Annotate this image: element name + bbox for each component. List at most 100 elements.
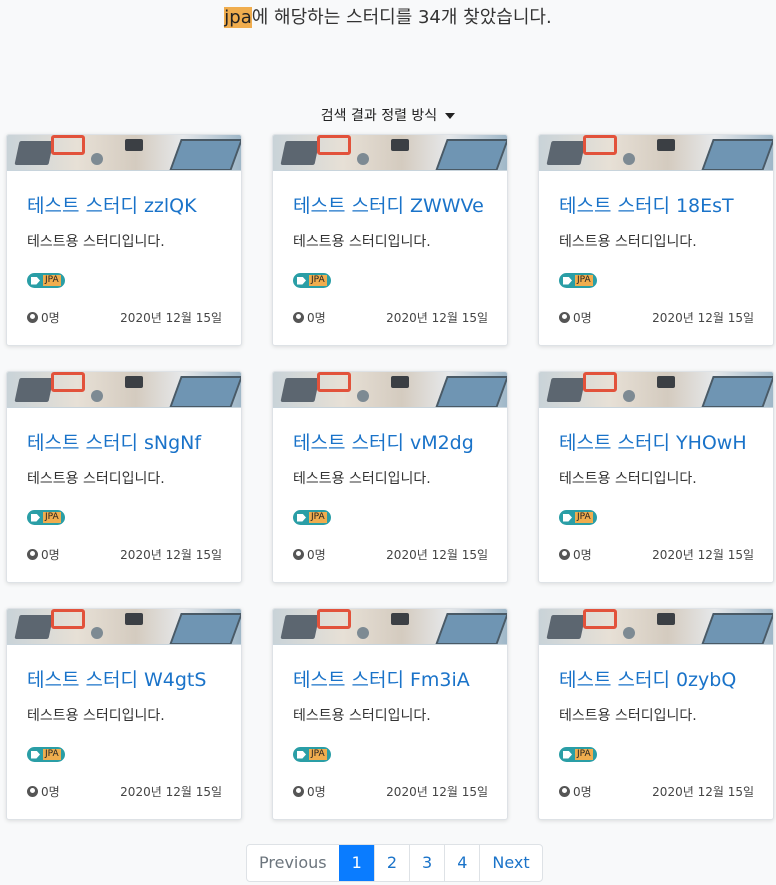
study-card[interactable]: 테스트 스터디 vM2dg 테스트용 스터디입니다. JPA 0명 2020년 … — [272, 371, 508, 583]
member-count: 0명 — [27, 309, 60, 326]
search-keyword: jpa — [224, 7, 252, 28]
study-card-title[interactable]: 테스트 스터디 Fm3iA — [293, 665, 470, 692]
tag-icon — [563, 276, 572, 285]
tag-icon — [31, 513, 40, 522]
study-card-image — [539, 609, 773, 645]
study-card-date: 2020년 12월 15일 — [652, 785, 754, 799]
user-circle-icon — [559, 786, 570, 797]
tag-badge[interactable]: JPA — [293, 273, 331, 288]
user-circle-icon — [27, 312, 38, 323]
tag-label: JPA — [575, 749, 593, 760]
study-card-description: 테스트용 스터디입니다. — [293, 471, 431, 487]
user-circle-icon — [293, 312, 304, 323]
tag-label: JPA — [575, 512, 593, 523]
tag-label: JPA — [43, 275, 61, 286]
member-count-text: 0명 — [41, 785, 60, 799]
page-button-1[interactable]: 1 — [338, 845, 374, 881]
study-card-image — [539, 135, 773, 171]
member-count-text: 0명 — [573, 548, 592, 562]
tag-badge[interactable]: JPA — [27, 273, 65, 288]
member-count-text: 0명 — [307, 548, 326, 562]
study-card-title[interactable]: 테스트 스터디 vM2dg — [293, 428, 474, 455]
study-card-image — [7, 372, 241, 408]
member-count: 0명 — [293, 546, 326, 563]
tag-label: JPA — [575, 275, 593, 286]
tag-badge[interactable]: JPA — [559, 510, 597, 525]
study-card[interactable]: 테스트 스터디 zzlQK 테스트용 스터디입니다. JPA 0명 2020년 … — [6, 134, 242, 346]
study-card-date: 2020년 12월 15일 — [386, 311, 488, 325]
study-card-title[interactable]: 테스트 스터디 0zybQ — [559, 665, 736, 692]
study-card-description: 테스트용 스터디입니다. — [27, 234, 165, 250]
member-count: 0명 — [293, 783, 326, 800]
page-button-2[interactable]: 2 — [373, 845, 409, 881]
study-card[interactable]: 테스트 스터디 Fm3iA 테스트용 스터디입니다. JPA 0명 2020년 … — [272, 608, 508, 820]
tag-badge[interactable]: JPA — [559, 273, 597, 288]
caret-down-icon — [445, 113, 456, 119]
study-card-title[interactable]: 테스트 스터디 ZWWVe — [293, 191, 484, 218]
tag-label: JPA — [43, 512, 61, 523]
page-button-3[interactable]: 3 — [409, 845, 444, 881]
page-button-4[interactable]: 4 — [444, 845, 479, 881]
tag-icon — [31, 750, 40, 759]
tag-icon — [31, 276, 40, 285]
user-circle-icon — [27, 786, 38, 797]
tag-badge[interactable]: JPA — [27, 747, 65, 762]
study-card-description: 테스트용 스터디입니다. — [27, 471, 165, 487]
previous-page-button[interactable]: Previous — [247, 845, 339, 881]
tag-badge[interactable]: JPA — [27, 510, 65, 525]
member-count-text: 0명 — [573, 311, 592, 325]
member-count: 0명 — [559, 546, 592, 563]
tag-badge[interactable]: JPA — [293, 747, 331, 762]
study-card[interactable]: 테스트 스터디 YHOwH 테스트용 스터디입니다. JPA 0명 2020년 … — [538, 371, 774, 583]
tag-label: JPA — [43, 749, 61, 760]
study-card-date: 2020년 12월 15일 — [386, 548, 488, 562]
study-card[interactable]: 테스트 스터디 0zybQ 테스트용 스터디입니다. JPA 0명 2020년 … — [538, 608, 774, 820]
member-count: 0명 — [559, 783, 592, 800]
member-count: 0명 — [559, 309, 592, 326]
search-summary-text: 에 해당하는 스터디를 34개 찾았습니다. — [251, 7, 552, 28]
study-card-image — [7, 609, 241, 645]
user-circle-icon — [559, 549, 570, 560]
study-card-image — [273, 609, 507, 645]
member-count-text: 0명 — [307, 311, 326, 325]
tag-icon — [297, 276, 306, 285]
tag-label: JPA — [309, 275, 327, 286]
sort-label: 검색 결과 정렬 방식 — [320, 108, 438, 124]
study-card-image — [7, 135, 241, 171]
study-card-title[interactable]: 테스트 스터디 YHOwH — [559, 428, 747, 455]
study-card-title[interactable]: 테스트 스터디 zzlQK — [27, 191, 197, 218]
study-card[interactable]: 테스트 스터디 18EsT 테스트용 스터디입니다. JPA 0명 2020년 … — [538, 134, 774, 346]
study-card-date: 2020년 12월 15일 — [120, 548, 222, 562]
study-card[interactable]: 테스트 스터디 W4gtS 테스트용 스터디입니다. JPA 0명 2020년 … — [6, 608, 242, 820]
member-count: 0명 — [293, 309, 326, 326]
tag-badge[interactable]: JPA — [559, 747, 597, 762]
study-card[interactable]: 테스트 스터디 ZWWVe 테스트용 스터디입니다. JPA 0명 2020년 … — [272, 134, 508, 346]
member-count-text: 0명 — [41, 548, 60, 562]
member-count-text: 0명 — [307, 785, 326, 799]
user-circle-icon — [293, 786, 304, 797]
study-card-description: 테스트용 스터디입니다. — [559, 234, 697, 250]
study-card-description: 테스트용 스터디입니다. — [293, 708, 431, 724]
member-count: 0명 — [27, 783, 60, 800]
member-count-text: 0명 — [41, 311, 60, 325]
study-card-date: 2020년 12월 15일 — [120, 311, 222, 325]
tag-label: JPA — [309, 749, 327, 760]
study-card-date: 2020년 12월 15일 — [652, 548, 754, 562]
study-card-date: 2020년 12월 15일 — [120, 785, 222, 799]
study-card[interactable]: 테스트 스터디 sNgNf 테스트용 스터디입니다. JPA 0명 2020년 … — [6, 371, 242, 583]
tag-icon — [563, 750, 572, 759]
sort-dropdown[interactable]: 검색 결과 정렬 방식 — [0, 105, 776, 125]
tag-badge[interactable]: JPA — [293, 510, 331, 525]
tag-icon — [297, 513, 306, 522]
next-page-button[interactable]: Next — [479, 845, 541, 881]
search-summary: jpa에 해당하는 스터디를 34개 찾았습니다. — [0, 6, 776, 30]
member-count: 0명 — [27, 546, 60, 563]
study-card-title[interactable]: 테스트 스터디 sNgNf — [27, 428, 201, 455]
pagination: Previous 1 2 3 4 Next — [246, 844, 543, 882]
study-card-description: 테스트용 스터디입니다. — [559, 708, 697, 724]
study-card-title[interactable]: 테스트 스터디 18EsT — [559, 191, 734, 218]
study-card-description: 테스트용 스터디입니다. — [27, 708, 165, 724]
study-card-title[interactable]: 테스트 스터디 W4gtS — [27, 665, 206, 692]
study-card-image — [273, 135, 507, 171]
member-count-text: 0명 — [573, 785, 592, 799]
